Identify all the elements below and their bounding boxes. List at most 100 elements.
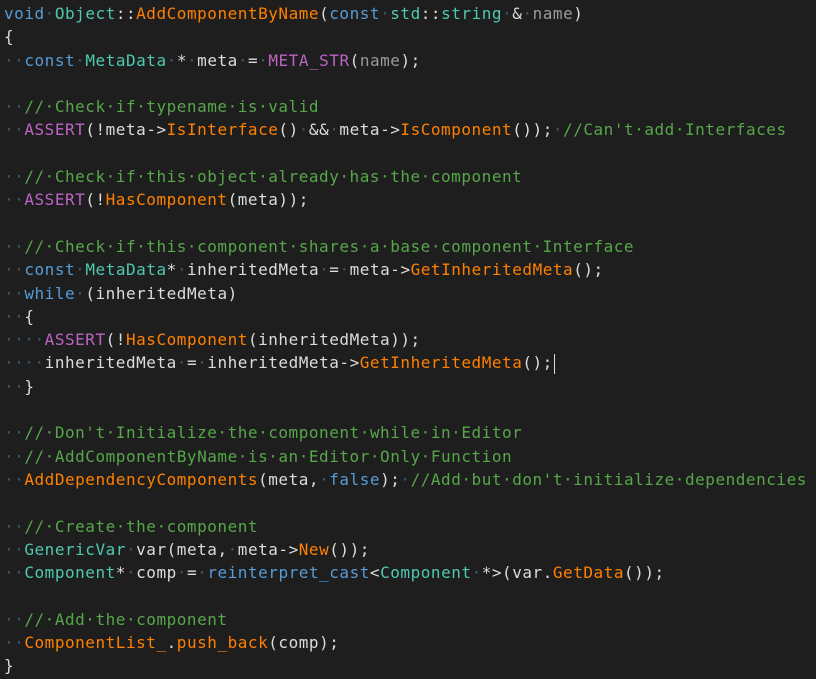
whitespace-marker: · xyxy=(319,469,330,489)
whitespace-marker: · xyxy=(75,283,86,303)
whitespace-marker: · xyxy=(197,353,208,373)
function-token: New xyxy=(298,539,330,559)
code-line[interactable]: ··//·Create·the·component xyxy=(0,515,816,538)
function-token: IsInterface xyxy=(166,120,279,140)
code-line[interactable] xyxy=(0,491,816,514)
text-token: inheritedMeta-> xyxy=(207,353,360,373)
code-line[interactable]: void·Object::AddComponentByName(const·st… xyxy=(0,2,816,25)
code-line[interactable]: ··//·Check·if·this·object·already·has·th… xyxy=(0,165,816,188)
code-line[interactable]: ··const·MetaData*·inheritedMeta·=·meta->… xyxy=(0,258,816,281)
code-line[interactable]: ··//·Check·if·typename·is·valid xyxy=(0,95,816,118)
whitespace-marker: · xyxy=(502,4,513,23)
text-token: ) xyxy=(573,4,584,23)
text-token: meta-> xyxy=(349,260,411,280)
macro-token: ASSERT xyxy=(44,330,106,350)
code-line[interactable] xyxy=(0,584,816,607)
text-token: (); xyxy=(573,260,604,280)
code-line[interactable] xyxy=(0,72,816,95)
code-line[interactable]: ··ASSERT(!meta->IsInterface()·&&·meta->I… xyxy=(0,118,816,141)
text-token: inheritedMeta xyxy=(186,260,320,280)
whitespace-marker: · xyxy=(176,563,187,583)
code-line[interactable]: ··AddDependencyComponents(meta,·false);·… xyxy=(0,468,816,491)
text-token: :: xyxy=(420,4,442,23)
code-line[interactable]: ··//·Check·if·this·component·shares·a·ba… xyxy=(0,235,816,258)
whitespace-marker: · xyxy=(75,50,86,70)
text-token: ()); xyxy=(624,563,665,583)
code-line[interactable]: ··{ xyxy=(0,305,816,328)
whitespace-marker: · xyxy=(125,563,137,583)
type-token: Object xyxy=(54,4,116,23)
type-token: Component xyxy=(24,563,116,583)
code-line[interactable]: ··const·MetaData·*·meta·=·META_STR(name)… xyxy=(0,49,816,72)
text-token: < xyxy=(369,563,381,583)
function-token: GetInheritedMeta xyxy=(410,260,574,280)
whitespace-marker: · xyxy=(298,120,309,140)
text-token: inheritedMeta xyxy=(44,353,177,373)
whitespace-marker: ·· xyxy=(4,469,25,489)
text-token: = xyxy=(186,353,198,373)
macro-token: ASSERT xyxy=(24,120,86,140)
type-token: string xyxy=(441,4,503,23)
text-token: (); xyxy=(522,353,553,373)
function-token: GetInheritedMeta xyxy=(359,353,523,373)
text-token: comp xyxy=(136,563,177,583)
code-line[interactable]: ··GenericVar·var(meta,·meta->New()); xyxy=(0,538,816,561)
whitespace-marker: · xyxy=(380,4,391,23)
code-line[interactable]: ··//·Don't·Initialize·the·component·whil… xyxy=(0,421,816,444)
keyword-token: const xyxy=(24,260,76,280)
text-token: (comp); xyxy=(268,633,340,653)
comment-token: //·Create·the·component xyxy=(24,516,259,536)
whitespace-marker: · xyxy=(552,120,564,140)
whitespace-marker: · xyxy=(75,260,86,280)
text-token: } xyxy=(24,376,35,396)
whitespace-marker: · xyxy=(166,50,177,70)
text-token: . xyxy=(166,633,177,653)
text-token: ( xyxy=(349,50,360,70)
text-token: * xyxy=(166,260,177,280)
keyword-token: false xyxy=(329,469,381,489)
code-line[interactable]: { xyxy=(0,25,816,48)
text-token: = xyxy=(186,563,198,583)
code-line[interactable] xyxy=(0,212,816,235)
code-line[interactable]: ····ASSERT(!HasComponent(inheritedMeta))… xyxy=(0,328,816,351)
comment-token: //·AddComponentByName·is·an·Editor·Only·… xyxy=(24,446,513,466)
text-caret xyxy=(553,353,555,374)
whitespace-marker: · xyxy=(471,563,482,583)
code-line[interactable]: ··ASSERT(!HasComponent(meta)); xyxy=(0,188,816,211)
type-token: MetaData xyxy=(85,260,167,280)
type-token: MetaData xyxy=(85,50,167,70)
text-token: :: xyxy=(115,4,137,23)
text-token: * xyxy=(115,563,126,583)
whitespace-marker: ···· xyxy=(4,330,45,350)
whitespace-marker: · xyxy=(522,4,533,23)
comment-token: //·Check·if·typename·is·valid xyxy=(24,97,320,117)
function-token: HasComponent xyxy=(105,190,228,210)
code-line[interactable]: ··//·Add·the·component xyxy=(0,608,816,631)
code-line[interactable] xyxy=(0,398,816,421)
code-line[interactable]: ··//·AddComponentByName·is·an·Editor·Onl… xyxy=(0,445,816,468)
keyword-token: void xyxy=(4,4,45,23)
whitespace-marker: ·· xyxy=(4,260,25,280)
function-token: IsComponent xyxy=(400,120,513,140)
code-line[interactable]: ··ComponentList_.push_back(comp); xyxy=(0,631,816,654)
text-token: (inheritedMeta) xyxy=(85,283,238,303)
code-line[interactable]: ··} xyxy=(0,375,816,398)
keyword-token: const xyxy=(329,4,381,23)
code-line[interactable]: } xyxy=(0,654,816,677)
type-token: Component xyxy=(380,563,472,583)
comment-token: //Can't·add·Interfaces xyxy=(563,120,787,140)
code-line[interactable] xyxy=(0,142,816,165)
text-token: () xyxy=(278,120,299,140)
keyword-token: reinterpret_cast xyxy=(207,563,370,583)
text-token: ); xyxy=(400,50,421,70)
code-line[interactable]: ··Component*·comp·=·reinterpret_cast<Com… xyxy=(0,561,816,584)
text-token: = xyxy=(247,50,259,70)
code-editor[interactable]: void·Object::AddComponentByName(const·st… xyxy=(0,0,816,679)
code-line[interactable]: ····inheritedMeta·=·inheritedMeta->GetIn… xyxy=(0,351,816,374)
whitespace-marker: ·· xyxy=(4,306,25,326)
code-line[interactable]: ··while·(inheritedMeta) xyxy=(0,282,816,305)
whitespace-marker: ·· xyxy=(4,609,25,629)
type-token: std xyxy=(390,4,421,23)
text-token: ( xyxy=(319,4,330,23)
whitespace-marker: · xyxy=(400,469,411,489)
